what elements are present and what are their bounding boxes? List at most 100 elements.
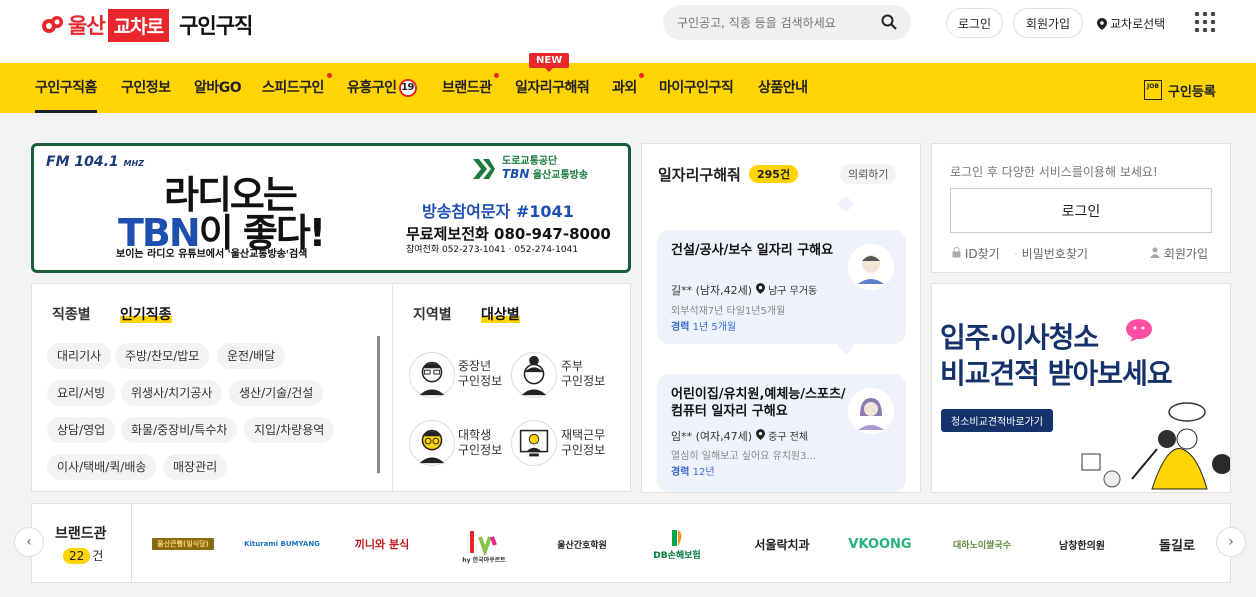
find-pw-link[interactable]: · 비밀번호찾기 xyxy=(1014,245,1088,262)
exp-label: 경력 xyxy=(671,322,690,333)
brand-next-arrow-icon[interactable]: › xyxy=(1216,527,1246,557)
job-title: 어린이집/유치원,예체능/스포츠/컴퓨터 일자리 구해요 xyxy=(671,387,846,419)
chip-item[interactable]: 상담/영업 xyxy=(47,417,116,443)
search-input[interactable] xyxy=(677,15,877,30)
target-housewife: 주부 구인정보 xyxy=(561,359,605,389)
target-middle-aged: 중장년 구인정보 xyxy=(458,359,502,389)
chip-item[interactable]: 운전/배달 xyxy=(217,343,286,369)
job-doc-icon: JOB xyxy=(1144,80,1162,100)
signup-button[interactable]: 회원가입 xyxy=(1013,8,1083,38)
nav-speed[interactable]: 스피드구인 xyxy=(262,63,324,113)
job-exp: 경력 12년 xyxy=(671,463,715,478)
find-id-link[interactable]: ID찾기 xyxy=(952,245,1000,262)
banner-sms: 방송참여문자 #1041 xyxy=(422,202,574,221)
nav-brand[interactable]: 브랜드관 xyxy=(442,63,492,113)
cleaning-ad-banner[interactable]: 입주·이사청소 비교견적 받아보세요 청소비교견적바로가기 xyxy=(931,283,1231,493)
login-button[interactable]: 로그인 xyxy=(946,8,1003,38)
job-register-button[interactable]: JOB 구인등록 xyxy=(1144,80,1216,100)
student-icon[interactable] xyxy=(409,420,455,466)
brand-logo[interactable]: hy 한국야쿠르트 xyxy=(460,522,508,570)
tbn-radio-banner[interactable]: FM 104.1 MHZ 라디오는 TBN이 좋다! 보이는 라디오 유튜브에서… xyxy=(31,143,631,273)
speech-bubble-icon xyxy=(1126,319,1152,342)
ad-cta-button[interactable]: 청소비교견적바로가기 xyxy=(941,409,1053,432)
chip-item[interactable]: 매장관리 xyxy=(163,454,228,480)
org-tbn: TBN xyxy=(502,167,530,181)
job-meta: 길** (남자,42세) 남구 무거동 xyxy=(671,282,817,298)
nav-albago[interactable]: 알바GO xyxy=(194,63,242,113)
brand-logo[interactable]: 돌길로 xyxy=(1147,530,1207,558)
login-signup-link[interactable]: 회원가입 xyxy=(1150,245,1208,262)
all-menu-grid-icon[interactable] xyxy=(1195,12,1215,32)
nav-speed-dot xyxy=(327,73,332,78)
job-meta: 임** (여자,47세) 중구 전체 xyxy=(671,428,808,444)
chip-item[interactable]: 지입/차량용역 xyxy=(244,417,335,443)
brand-logo-text: hy 한국야쿠르트 xyxy=(462,556,506,564)
chip-item[interactable]: 화물/중장비/특수차 xyxy=(121,417,238,443)
top-header: 울산 교차로 구인구직 로그인 회원가입 교차로선택 xyxy=(0,0,1256,63)
brand-logo[interactable]: VKOONG xyxy=(845,530,915,558)
location-pin-icon xyxy=(755,283,765,294)
location-select[interactable]: 교차로선택 xyxy=(1097,15,1165,32)
tab-region[interactable]: 지역별 xyxy=(413,304,452,324)
target-sublabel: 구인정보 xyxy=(458,443,503,457)
login-box: 로그인 후 다양한 서비스를이용해 보세요! 로그인 ID찾기 · 비밀번호찾기… xyxy=(931,143,1231,273)
target-sublabel: 구인정보 xyxy=(561,374,606,388)
tab-popular[interactable]: 인기직종 xyxy=(120,304,172,324)
job-person: 길** (남자,42세) xyxy=(671,284,753,297)
new-tag: NEW xyxy=(529,53,570,72)
banner-fm: FM 104.1 MHZ xyxy=(46,154,144,170)
remote-work-icon[interactable] xyxy=(511,420,557,466)
org-sub: 울산교통방송 xyxy=(532,170,589,181)
category-panel: 직종별 인기직종 대리기사 주방/찬모/밥모 운전/배달 요리/서빙 위생사/치… xyxy=(31,283,631,493)
chip-item[interactable]: 주방/찬모/밥모 xyxy=(115,343,210,369)
banner-tel2: 참여전화 052-273-1041 · 052-274-1041 xyxy=(406,245,579,255)
job-card[interactable]: 어린이집/유치원,예체능/스포츠/컴퓨터 일자리 구해요 임** (여자,47세… xyxy=(657,374,906,492)
search-bar xyxy=(663,5,911,40)
nav-adult-label: 유흥구인 xyxy=(347,80,397,96)
find-id-label: ID찾기 xyxy=(964,247,1000,261)
brand-logo[interactable]: 끼니와 분식 xyxy=(352,530,412,558)
nav-my[interactable]: 마이구인구직 xyxy=(659,63,734,113)
job-request-panel: 일자리구해줘 295건 의뢰하기 건설/공사/보수 일자리 구해요 길** (남… xyxy=(641,143,921,493)
chip-item[interactable]: 요리/서빙 xyxy=(47,380,116,406)
nav-tutoring[interactable]: 과외 xyxy=(612,63,637,113)
housewife-icon[interactable] xyxy=(511,352,557,398)
chip-item[interactable]: 이사/택배/퀵/배송 xyxy=(47,454,157,480)
site-logo[interactable]: 울산 교차로 구인구직 xyxy=(40,8,253,42)
main-nav: 구인구직홈 구인정보 알바GO 스피드구인 유흥구인 19 브랜드관 일자리구해줘… xyxy=(0,63,1256,113)
chip-item[interactable]: 생산/기술/건설 xyxy=(229,380,324,406)
target-label: 재택근무 xyxy=(561,428,606,442)
nav-products[interactable]: 상품안내 xyxy=(758,63,808,113)
job-card[interactable]: 건설/공사/보수 일자리 구해요 길** (남자,42세) 남구 무거동 외부석… xyxy=(657,230,906,344)
brand-logo[interactable]: Kiturami BUMYANG xyxy=(244,530,320,558)
banner-subline: 보이는 라디오 유튜브에서 '울산교통방송'검색 xyxy=(116,249,308,260)
nav-adult[interactable]: 유흥구인 19 xyxy=(347,63,417,113)
card-pointer xyxy=(837,195,855,213)
chip-item[interactable]: 위생사/치기공사 xyxy=(121,380,223,406)
chip-scrollbar[interactable] xyxy=(377,336,380,474)
tab-job-type[interactable]: 직종별 xyxy=(52,304,91,324)
target-sublabel: 구인정보 xyxy=(458,374,503,388)
logo-city: 울산 xyxy=(68,14,106,38)
middle-aged-icon[interactable] xyxy=(409,352,455,398)
brand-logo[interactable]: 대하노이쌀국수 xyxy=(947,530,1017,558)
brand-logo[interactable]: 울산간호학원 xyxy=(550,530,614,558)
signup-label: 회원가입 xyxy=(1163,247,1208,261)
chip-item[interactable]: 대리기사 xyxy=(47,343,112,369)
login-box-button[interactable]: 로그인 xyxy=(950,188,1212,233)
hy-logo-icon xyxy=(470,530,497,555)
brand-logo[interactable]: 남창한의원 xyxy=(1050,530,1114,558)
brand-logo[interactable]: DB손해보험 xyxy=(647,524,707,564)
brand-logo[interactable]: 울산큰빵(일식당) xyxy=(152,538,214,550)
brand-logo[interactable]: 서울락치과 xyxy=(747,530,817,558)
age-19-badge: 19 xyxy=(398,79,417,97)
nav-home[interactable]: 구인구직홈 xyxy=(35,63,97,113)
tab-target[interactable]: 대상별 xyxy=(481,304,520,324)
brand-prev-arrow-icon[interactable]: ‹ xyxy=(14,527,44,557)
job-desc: 열심히 일해보고 싶어요 유치원3... xyxy=(671,451,817,462)
fm-number: FM 104.1 xyxy=(46,154,119,170)
request-button[interactable]: 의뢰하기 xyxy=(840,164,897,184)
nav-job-info[interactable]: 구인정보 xyxy=(121,63,171,113)
user-icon xyxy=(1150,247,1160,258)
search-icon[interactable] xyxy=(881,14,897,30)
